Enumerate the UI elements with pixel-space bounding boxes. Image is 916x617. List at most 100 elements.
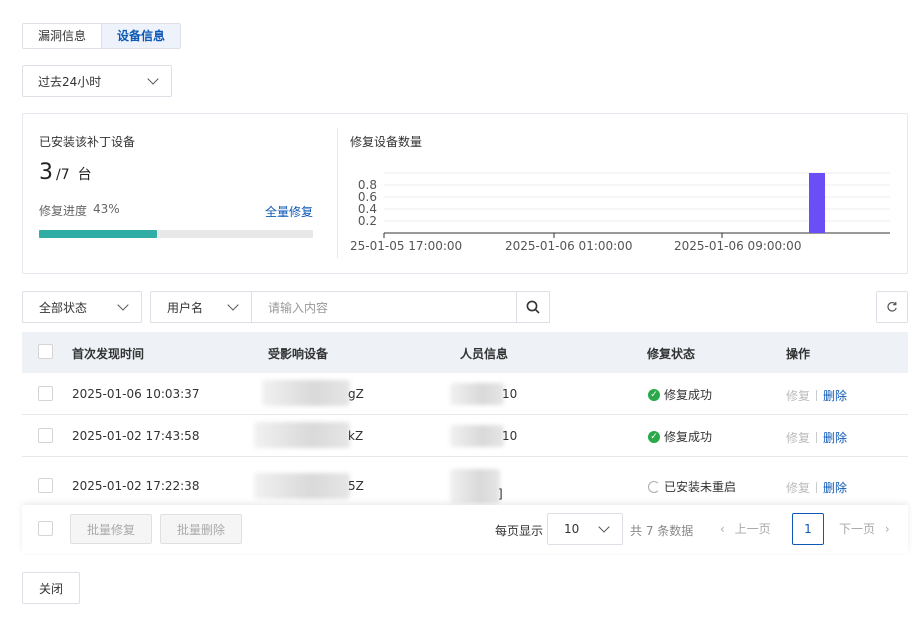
repair-status-text: 修复成功 bbox=[664, 430, 713, 444]
prev-page-label: 上一页 bbox=[734, 522, 771, 536]
chevron-left-icon: ‹ bbox=[720, 522, 725, 536]
prev-page-button[interactable]: ‹ 上一页 bbox=[720, 520, 771, 537]
search-input[interactable]: 请输入内容 bbox=[252, 291, 517, 323]
chevron-right-icon: › bbox=[884, 522, 890, 536]
select-all-checkbox[interactable] bbox=[38, 344, 53, 359]
person-info-tail: 10 bbox=[502, 429, 518, 443]
status-filter-select[interactable]: 全部状态 bbox=[22, 291, 142, 323]
check-circle-icon: ✓ bbox=[648, 388, 660, 401]
time-range-select[interactable]: 过去24小时 bbox=[22, 65, 172, 97]
y-tick-label: 0.2 bbox=[358, 214, 377, 228]
installed-title: 已安装该补丁设备 bbox=[39, 135, 136, 149]
column-header-device: 受影响设备 bbox=[268, 347, 329, 361]
device-name-tail: kZ bbox=[348, 429, 364, 443]
person-info-redacted bbox=[450, 469, 500, 503]
action-separator bbox=[816, 390, 818, 401]
next-page-label: 下一页 bbox=[839, 522, 876, 536]
close-button[interactable]: 关闭 bbox=[22, 572, 80, 604]
search-field-value: 用户名 bbox=[167, 300, 204, 315]
fix-action-button[interactable]: 修复 bbox=[786, 387, 810, 404]
person-info-redacted bbox=[450, 425, 504, 447]
card-divider bbox=[337, 128, 338, 258]
chevron-down-icon bbox=[598, 521, 610, 533]
action-separator bbox=[816, 432, 818, 443]
time-range-value: 过去24小时 bbox=[38, 74, 102, 89]
repair-status: 已安装未重启 bbox=[648, 478, 736, 495]
chevron-down-icon bbox=[147, 73, 159, 85]
total-number: /7 bbox=[56, 167, 70, 183]
search-button[interactable] bbox=[516, 291, 550, 323]
next-page-button[interactable]: 下一页 › bbox=[839, 520, 890, 537]
person-info-redacted bbox=[450, 383, 504, 405]
tab-device-info[interactable]: 设备信息 bbox=[101, 24, 181, 48]
chart-title: 修复设备数量 bbox=[350, 135, 423, 149]
page-number-current[interactable]: 1 bbox=[792, 513, 824, 545]
page-size-label: 每页显示 bbox=[495, 524, 544, 538]
count-unit: 台 bbox=[77, 167, 92, 183]
search-icon bbox=[526, 300, 540, 314]
x-tick-label: 25-01-05 17:00:00 bbox=[350, 239, 462, 253]
row-actions: 修复 删除 bbox=[786, 479, 847, 496]
fix-action-button[interactable]: 修复 bbox=[786, 479, 810, 496]
progress-bar-fill bbox=[39, 230, 157, 238]
progress-text: 修复进度 43% bbox=[39, 202, 120, 219]
refresh-button[interactable] bbox=[876, 291, 908, 323]
first-found-time: 2025-01-06 10:03:37 bbox=[72, 387, 200, 401]
column-header-status: 修复状态 bbox=[647, 347, 696, 361]
batch-delete-button[interactable]: 批量删除 bbox=[160, 514, 242, 544]
batch-fix-button[interactable]: 批量修复 bbox=[70, 514, 152, 544]
device-name-redacted bbox=[254, 422, 350, 448]
delete-action-button[interactable]: 删除 bbox=[823, 429, 847, 446]
row-checkbox[interactable] bbox=[38, 478, 53, 493]
total-count-text: 共 7 条数据 bbox=[630, 524, 694, 538]
row-checkbox[interactable] bbox=[38, 428, 53, 443]
table-row: 2025-01-02 17:43:58 kZ 10 ✓ 修复成功 修复 删除 bbox=[22, 415, 908, 457]
repair-status: ✓ 修复成功 bbox=[648, 428, 712, 445]
row-actions: 修复 删除 bbox=[786, 429, 847, 446]
first-found-time: 2025-01-02 17:43:58 bbox=[72, 429, 200, 443]
person-info-tail: 10 bbox=[502, 387, 518, 401]
x-tick-label: 2025-01-06 01:00:00 bbox=[505, 239, 632, 253]
device-name-redacted bbox=[254, 473, 350, 499]
row-actions: 修复 删除 bbox=[786, 387, 847, 404]
action-separator bbox=[816, 482, 818, 493]
column-header-first-found: 首次发现时间 bbox=[72, 347, 145, 361]
fix-all-link[interactable]: 全量修复 bbox=[265, 203, 313, 220]
status-filter-value: 全部状态 bbox=[39, 300, 88, 315]
person-info-tail: ] bbox=[498, 487, 503, 501]
table-footer-bar: 批量修复 批量删除 每页显示 10 共 7 条数据 ‹ 上一页 1 下一页 › bbox=[22, 505, 908, 553]
device-name-tail: 5Z bbox=[348, 479, 364, 493]
column-header-person: 人员信息 bbox=[460, 347, 509, 361]
search-field-select[interactable]: 用户名 bbox=[150, 291, 252, 323]
refresh-icon bbox=[887, 302, 897, 312]
row-checkbox[interactable] bbox=[38, 386, 53, 401]
chevron-down-icon bbox=[227, 299, 239, 311]
fix-action-button[interactable]: 修复 bbox=[786, 429, 810, 446]
progress-bar bbox=[39, 230, 313, 238]
footer-select-all-checkbox[interactable] bbox=[38, 521, 53, 536]
page-size-value: 10 bbox=[564, 522, 580, 536]
loading-icon bbox=[648, 480, 660, 493]
installed-count: 3 /7 台 bbox=[39, 160, 92, 185]
device-name-tail: gZ bbox=[348, 387, 364, 401]
tab-vulnerability-info[interactable]: 漏洞信息 bbox=[23, 24, 102, 48]
device-name-redacted bbox=[262, 380, 350, 406]
x-tick-label: 2025-01-06 09:00:00 bbox=[674, 239, 801, 253]
first-found-time: 2025-01-02 17:22:38 bbox=[72, 479, 200, 493]
table-header: 首次发现时间 受影响设备 人员信息 修复状态 操作 bbox=[22, 332, 908, 373]
progress-value: 43% bbox=[93, 202, 120, 216]
delete-action-button[interactable]: 删除 bbox=[823, 479, 847, 496]
chevron-down-icon bbox=[117, 299, 129, 311]
table-row: 2025-01-06 10:03:37 gZ 10 ✓ 修复成功 修复 删除 bbox=[22, 373, 908, 415]
repair-status-text: 修复成功 bbox=[664, 388, 713, 402]
page-size-select[interactable]: 10 bbox=[547, 513, 623, 545]
progress-label: 修复进度 bbox=[39, 204, 88, 218]
tab-group: 漏洞信息 设备信息 bbox=[22, 23, 182, 49]
column-header-actions: 操作 bbox=[786, 347, 811, 361]
installed-number: 3 bbox=[39, 160, 53, 185]
delete-action-button[interactable]: 删除 bbox=[823, 387, 847, 404]
repair-status-text: 已安装未重启 bbox=[664, 480, 737, 494]
repair-status: ✓ 修复成功 bbox=[648, 386, 712, 403]
check-circle-icon: ✓ bbox=[648, 430, 660, 443]
repair-count-chart: 0.80.60.40.225-01-05 17:00:00 2025-01-06 … bbox=[350, 172, 890, 253]
